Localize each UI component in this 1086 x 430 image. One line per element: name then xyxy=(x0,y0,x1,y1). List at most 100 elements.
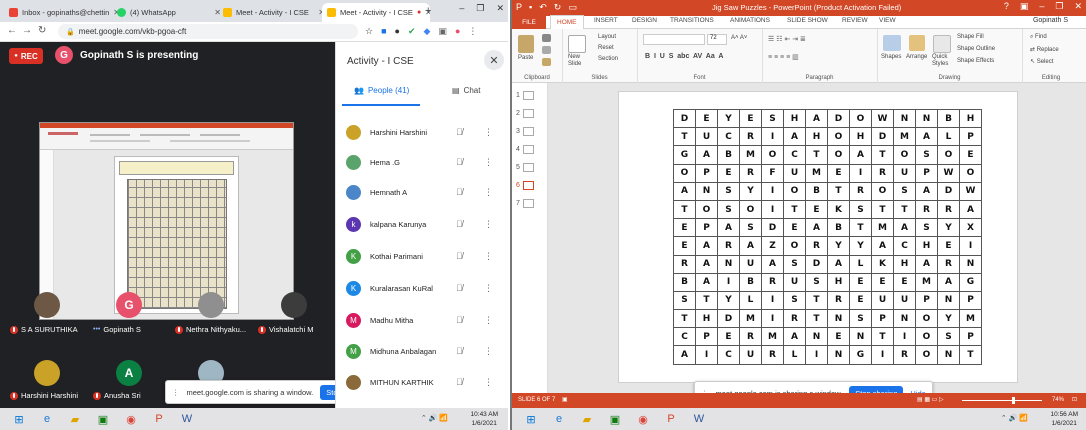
mic-off-icon[interactable]: 🎙̸ xyxy=(456,283,463,293)
layout-button[interactable]: Layout xyxy=(598,34,616,40)
ribbon-display-icon[interactable]: ▣ xyxy=(1020,1,1029,12)
tab-chat[interactable]: ▤ Chat xyxy=(452,86,480,95)
mic-off-icon[interactable]: 🎙̸ xyxy=(456,251,463,261)
view-buttons-icon[interactable]: ▤ ▦ ▭ ▷ xyxy=(917,396,944,403)
slide-thumbnail-active[interactable]: 6 xyxy=(516,181,534,190)
mic-off-icon[interactable]: 🎙̸ xyxy=(456,219,463,229)
browser-tab-whatsapp[interactable]: (4) WhatsApp ✕ xyxy=(112,3,226,22)
paste-button[interactable]: Paste xyxy=(518,55,533,61)
tab-transitions[interactable]: TRANSITIONS xyxy=(670,17,714,24)
shape-fill-button[interactable]: Shape Fill xyxy=(957,34,984,40)
extension-icon[interactable]: ● xyxy=(395,26,400,37)
powerpoint-icon[interactable]: P xyxy=(148,410,170,428)
taskbar-clock[interactable]: 10:56 AM 1/6/2021 xyxy=(1051,410,1078,428)
store-icon[interactable]: ▣ xyxy=(92,410,114,428)
maximize-icon[interactable]: ❐ xyxy=(1055,1,1063,12)
windows-start-icon[interactable]: ⊞ xyxy=(520,410,542,428)
list-item[interactable]: M Madhu Mitha 🎙̸ ⋮ xyxy=(346,312,504,328)
close-window-icon[interactable]: ✕ xyxy=(496,3,504,14)
shape-outline-button[interactable]: Shape Outline xyxy=(957,46,995,52)
file-explorer-icon[interactable]: ▰ xyxy=(576,410,598,428)
bullets-icon[interactable]: ☰ ☷ ⇤ ⇥ ≣ xyxy=(768,35,806,43)
word-icon[interactable]: W xyxy=(688,410,710,428)
browser-tab-meet-active[interactable]: Meet - Activity - I CSE ● ✕ xyxy=(322,3,430,22)
profile-avatar-icon[interactable]: ● xyxy=(455,26,460,37)
ie-icon[interactable]: e xyxy=(36,410,58,428)
more-options-icon[interactable]: ⋮ xyxy=(484,377,493,388)
grow-font-icon[interactable]: A˄ A˅ xyxy=(731,35,747,41)
mic-off-icon[interactable]: 🎙̸ xyxy=(456,127,463,137)
chrome-icon[interactable]: ◉ xyxy=(632,410,654,428)
more-options-icon[interactable]: ⋮ xyxy=(484,283,493,294)
slide-thumbnail[interactable]: 3 xyxy=(516,127,534,136)
tab-insert[interactable]: INSERT xyxy=(594,17,618,24)
new-slide-button[interactable]: New Slide xyxy=(568,54,592,68)
paste-icon[interactable] xyxy=(518,35,534,53)
save-icon[interactable]: ▪ xyxy=(529,2,532,13)
word-icon[interactable]: W xyxy=(176,410,198,428)
section-button[interactable]: Section xyxy=(598,56,618,62)
new-tab-icon[interactable]: + xyxy=(425,5,431,17)
maximize-icon[interactable]: ❐ xyxy=(476,3,484,14)
font-size-field[interactable]: 72 xyxy=(707,34,727,45)
extension-icon[interactable]: ■ xyxy=(381,26,386,37)
windows-start-icon[interactable]: ⊞ xyxy=(8,410,30,428)
zoom-level[interactable]: 74% xyxy=(1052,397,1064,403)
slide-thumbnail[interactable]: 2 xyxy=(516,109,534,118)
cut-icon[interactable] xyxy=(542,34,551,42)
cast-icon[interactable]: ▣ xyxy=(438,26,447,37)
help-icon[interactable]: ? xyxy=(1004,1,1009,12)
tab-slide-show[interactable]: SLIDE SHOW xyxy=(787,17,828,24)
list-item[interactable]: K Kuralarasan KuRal 🎙̸ ⋮ xyxy=(346,280,504,296)
fit-slide-icon[interactable]: ⊡ xyxy=(1072,396,1077,403)
mic-off-icon[interactable]: 🎙̸ xyxy=(456,157,463,167)
minimize-icon[interactable]: – xyxy=(459,3,464,14)
slide-thumbnail[interactable]: 4 xyxy=(516,145,534,154)
more-options-icon[interactable]: ⋮ xyxy=(484,219,493,230)
browser-tab-gmail[interactable]: Inbox - gopinaths@chettin ✕ xyxy=(4,3,120,22)
url-field[interactable]: 🔒 meet.google.com/vkb-pgoa-cft xyxy=(58,24,358,39)
start-slideshow-icon[interactable]: ▭ xyxy=(568,2,577,13)
arrange-button[interactable]: Arrange xyxy=(906,54,927,60)
list-item[interactable]: M Midhuna Anbalagan 🎙̸ ⋮ xyxy=(346,343,504,359)
arrange-icon[interactable] xyxy=(909,35,925,51)
taskbar-clock[interactable]: 10:43 AM 1/6/2021 xyxy=(471,410,498,428)
system-tray-icons[interactable]: ⌃ 🔊 📶 xyxy=(421,414,448,422)
more-options-icon[interactable]: ⋮ xyxy=(484,315,493,326)
select-button[interactable]: ↖ Select xyxy=(1030,58,1053,65)
shapes-icon[interactable] xyxy=(883,35,901,51)
extension-icon[interactable]: ◆ xyxy=(424,26,431,37)
font-format-buttons[interactable]: B I U S abc AV Aa A xyxy=(645,53,723,60)
shape-effects-button[interactable]: Shape Effects xyxy=(957,58,994,64)
list-item[interactable]: MITHUN KARTHIK 🎙̸ ⋮ xyxy=(346,374,504,390)
copy-icon[interactable] xyxy=(542,46,551,54)
slide-thumbnail[interactable]: 7 xyxy=(516,199,534,208)
system-tray-icons[interactable]: ⌃ 🔊 📶 xyxy=(1001,414,1028,422)
tab-view[interactable]: VIEW xyxy=(879,17,896,24)
user-account[interactable]: Gopinath S xyxy=(1033,17,1068,24)
more-options-icon[interactable]: ⋮ xyxy=(484,251,493,262)
more-options-icon[interactable]: ⋮ xyxy=(484,127,493,138)
find-button[interactable]: ⌕ Find xyxy=(1030,34,1047,41)
new-slide-icon[interactable] xyxy=(568,35,586,53)
close-window-icon[interactable]: ✕ xyxy=(1074,1,1082,12)
format-painter-icon[interactable] xyxy=(542,58,551,66)
tab-file[interactable]: FILE xyxy=(512,16,546,29)
mic-off-icon[interactable]: 🎙̸ xyxy=(456,315,463,325)
reload-icon[interactable]: ↻ xyxy=(38,25,46,36)
forward-icon[interactable]: → xyxy=(22,25,32,36)
browser-tab-meet-1[interactable]: Meet - Activity - I CSE ✕ xyxy=(218,3,330,22)
reset-button[interactable]: Reset xyxy=(598,45,614,51)
replace-button[interactable]: ⇄ Replace xyxy=(1030,46,1059,53)
tab-review[interactable]: REVIEW xyxy=(842,17,868,24)
chrome-icon[interactable]: ◉ xyxy=(120,410,142,428)
zoom-slider[interactable] xyxy=(962,400,1042,401)
checkmark-icon[interactable]: ✔ xyxy=(408,26,416,37)
minimize-icon[interactable]: – xyxy=(1039,1,1044,12)
list-item[interactable]: Hemnath A 🎙̸ ⋮ xyxy=(346,184,504,200)
current-slide[interactable]: DEYESHADOWNNBHTUCRIAHOHDMALPGABMOCTOATOS… xyxy=(618,91,1018,383)
close-panel-button[interactable]: ✕ xyxy=(484,50,504,70)
list-item[interactable]: Hema .G 🎙̸ ⋮ xyxy=(346,154,504,170)
font-name-field[interactable] xyxy=(643,34,705,45)
more-options-icon[interactable]: ⋮ xyxy=(484,157,493,168)
